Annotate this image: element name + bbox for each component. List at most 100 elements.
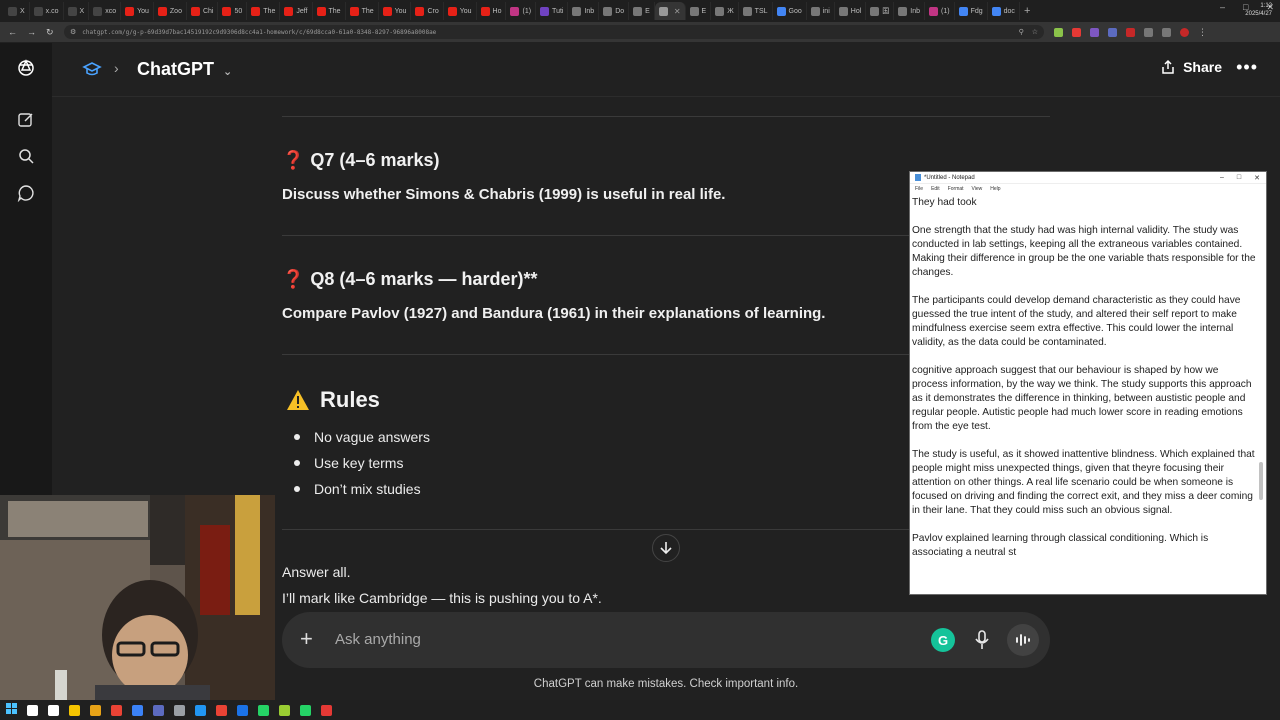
browser-tab[interactable]: Jeff xyxy=(280,2,313,20)
extension-icon[interactable] xyxy=(1126,27,1135,37)
extension-icon[interactable] xyxy=(1144,27,1153,37)
browser-tab[interactable]: Inb xyxy=(894,2,926,20)
browser-tab[interactable]: (1) xyxy=(925,2,955,20)
taskbar-app-icon[interactable] xyxy=(321,704,332,716)
browser-tab[interactable]: Ε xyxy=(629,2,655,20)
browser-tab[interactable]: Chi xyxy=(187,2,219,20)
new-tab-button[interactable]: + xyxy=(1024,5,1030,17)
close-icon[interactable]: ✕ xyxy=(1254,174,1260,182)
url-input[interactable]: ⚙ chatgpt.com/g/g-p-69d39d7bac14519192c9… xyxy=(64,25,1044,39)
browser-tab[interactable]: 50 xyxy=(218,2,248,20)
new-chat-icon[interactable] xyxy=(16,110,36,130)
browser-tab[interactable]: xco xyxy=(89,2,122,20)
browser-tab[interactable]: The xyxy=(346,2,379,20)
browser-tab[interactable]: The xyxy=(313,2,346,20)
chat-history-icon[interactable] xyxy=(16,183,36,203)
taskbar-app-icon[interactable] xyxy=(237,704,248,716)
notepad-menu-item[interactable]: View xyxy=(972,186,983,192)
browser-tab[interactable]: ini xyxy=(807,2,835,20)
browser-tab[interactable]: ✕ xyxy=(654,2,686,20)
minimize-icon[interactable]: – xyxy=(1220,174,1224,182)
browser-tab[interactable]: doc xyxy=(988,2,1020,20)
red-question-mark-icon: ❓ xyxy=(282,269,305,289)
openai-logo-icon[interactable] xyxy=(16,58,36,78)
minimize-icon[interactable]: – xyxy=(1220,2,1225,13)
notepad-text-area[interactable]: They had took One strength that the study… xyxy=(912,196,1256,592)
search-icon[interactable] xyxy=(16,146,36,166)
scroll-to-bottom-button[interactable] xyxy=(652,534,680,562)
taskbar-app-icon[interactable] xyxy=(132,704,143,716)
taskbar-app-icon[interactable] xyxy=(153,704,164,716)
browser-tab[interactable]: The xyxy=(247,2,281,20)
notepad-menu-item[interactable]: Help xyxy=(990,186,1000,192)
back-icon[interactable]: ← xyxy=(8,27,17,38)
taskbar-app-icon[interactable] xyxy=(90,704,101,716)
tab-label: The xyxy=(328,7,341,15)
browser-tab[interactable]: 国 xyxy=(866,2,895,20)
extension-icon[interactable] xyxy=(1054,27,1063,37)
grammarly-icon[interactable]: G xyxy=(931,628,955,652)
clock-time: 1:12 xyxy=(1260,3,1272,9)
browser-tab[interactable]: Zoo xyxy=(154,2,187,20)
taskbar-app-icon[interactable] xyxy=(27,704,38,716)
extension-icon[interactable] xyxy=(1072,27,1081,37)
taskbar-app-icon[interactable] xyxy=(279,704,290,716)
windows-start-icon[interactable] xyxy=(6,701,17,719)
message-composer: + Ask anything G xyxy=(282,612,1050,668)
browser-tab[interactable]: Hol xyxy=(835,2,867,20)
browser-tab[interactable]: X xyxy=(4,2,30,20)
zoom-icon[interactable]: ⚲ xyxy=(1019,28,1024,36)
tab-label: Do xyxy=(615,7,625,15)
share-button[interactable]: Share xyxy=(1160,59,1222,75)
site-info-icon[interactable]: ⚙ xyxy=(70,28,76,36)
tab-close-icon[interactable]: ✕ xyxy=(674,7,681,16)
more-options-button[interactable]: ••• xyxy=(1236,57,1258,78)
browser-tab[interactable]: Cro xyxy=(411,2,444,20)
project-icon[interactable] xyxy=(82,60,102,83)
notepad-menu-item[interactable]: Format xyxy=(948,186,964,192)
notepad-scrollbar[interactable] xyxy=(1258,196,1264,590)
notepad-paragraph: cognitive approach suggest that our beha… xyxy=(912,365,1255,432)
browser-tab[interactable]: Do xyxy=(599,2,630,20)
taskbar-app-icon[interactable] xyxy=(258,704,269,716)
model-selector[interactable]: ChatGPT ⌄ xyxy=(137,59,232,80)
system-clock[interactable]: 1:12 2025/4/27 xyxy=(1245,2,1272,18)
browser-tab[interactable]: You xyxy=(121,2,154,20)
browser-tab[interactable]: Inb xyxy=(568,2,600,20)
extension-icon[interactable] xyxy=(1108,27,1117,37)
add-attachment-icon[interactable]: + xyxy=(300,626,313,652)
notepad-menu-item[interactable]: Edit xyxy=(931,186,940,192)
browser-tab[interactable]: Fdg xyxy=(955,2,988,20)
taskbar-app-icon[interactable] xyxy=(48,704,59,716)
taskbar-app-icon[interactable] xyxy=(111,704,122,716)
taskbar-app-icon[interactable] xyxy=(195,704,206,716)
notepad-menu-item[interactable]: File xyxy=(915,186,923,192)
forward-icon[interactable]: → xyxy=(27,27,36,38)
browser-tab[interactable]: Ж xyxy=(711,2,739,20)
notepad-scroll-thumb[interactable] xyxy=(1259,462,1263,500)
browser-menu-icon[interactable]: ⋮ xyxy=(1198,27,1207,38)
browser-tab[interactable]: x.co xyxy=(30,2,64,20)
voice-mode-button[interactable] xyxy=(1007,624,1039,656)
browser-tab[interactable]: Ε xyxy=(686,2,712,20)
browser-tab[interactable]: Goo xyxy=(773,2,807,20)
extension-icon[interactable] xyxy=(1090,27,1099,37)
taskbar-app-icon[interactable] xyxy=(216,704,227,716)
browser-tab[interactable]: Tuti xyxy=(536,2,569,20)
browser-tab[interactable]: You xyxy=(379,2,412,20)
taskbar-app-icon[interactable] xyxy=(69,704,80,716)
microphone-icon[interactable] xyxy=(972,628,992,652)
maximize-icon[interactable]: □ xyxy=(1237,174,1241,182)
bookmark-star-icon[interactable]: ☆ xyxy=(1032,28,1038,36)
browser-tab[interactable]: X xyxy=(64,2,90,20)
browser-tab[interactable]: (1) xyxy=(506,2,537,20)
reload-icon[interactable]: ↻ xyxy=(46,27,54,38)
taskbar-app-icon[interactable] xyxy=(300,704,311,716)
profile-avatar[interactable] xyxy=(1180,27,1189,37)
browser-tab[interactable]: Ho xyxy=(477,2,507,20)
taskbar-app-icon[interactable] xyxy=(174,704,185,716)
browser-tab[interactable]: TSL xyxy=(739,2,773,20)
message-input[interactable]: Ask anything xyxy=(335,631,421,648)
browser-tab[interactable]: You xyxy=(444,2,477,20)
extension-icon[interactable] xyxy=(1162,27,1171,37)
